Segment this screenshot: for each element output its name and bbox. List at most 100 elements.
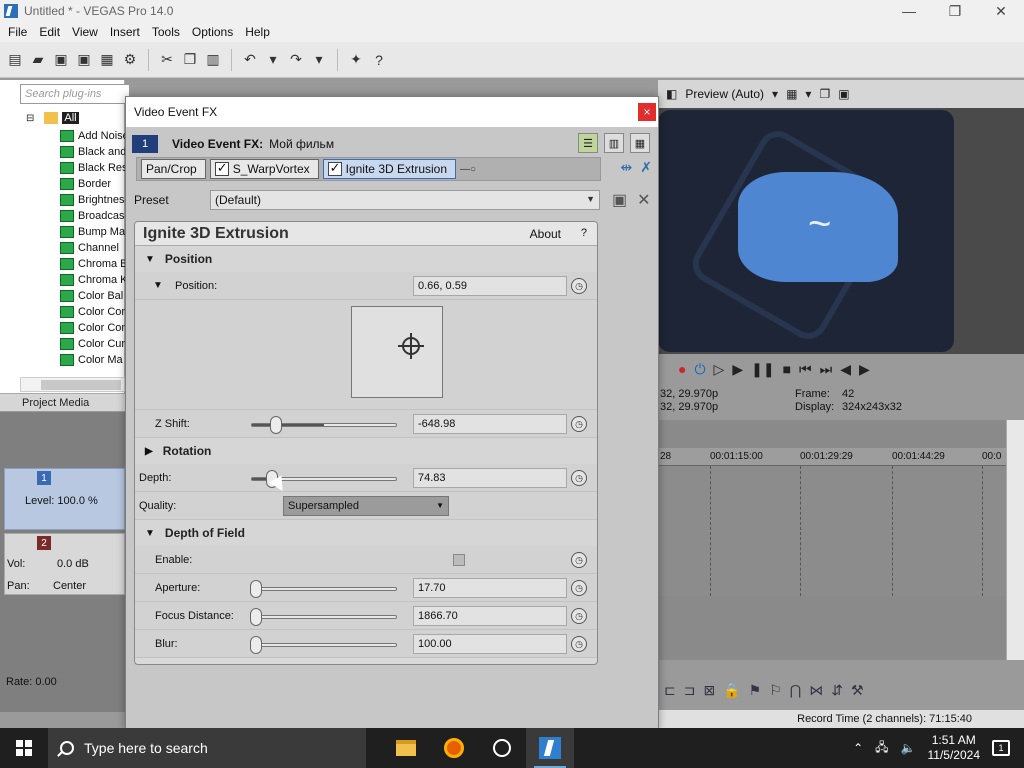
list-item[interactable]: Add Noise [60,128,129,144]
record-icon[interactable]: ● [678,361,686,377]
preset-dropdown[interactable]: (Default) [210,190,600,210]
position-value-field[interactable]: 0.66, 0.59 [413,276,567,296]
start-button[interactable] [0,728,48,768]
enable-checkbox[interactable] [453,554,465,566]
copy-snapshot-icon[interactable]: ❐ [819,87,830,101]
stop-icon[interactable]: ■ [783,361,791,377]
z-shift-slider[interactable] [251,416,397,434]
aperture-slider[interactable] [250,580,397,598]
help-link[interactable]: ? [581,227,587,239]
region-icon[interactable]: ⚐ [769,682,782,699]
play-icon[interactable]: ▶ [732,361,743,378]
about-link[interactable]: About [530,227,561,241]
chain-item-pan-crop[interactable]: Pan/Crop [141,159,206,179]
save-icon[interactable]: ▣ [52,51,70,69]
split-view-icon[interactable]: ▥ [604,133,624,153]
list-item[interactable]: Chroma K [60,272,129,288]
preview-mode-icon[interactable]: ◧ [666,87,677,101]
split-icon[interactable]: ⊠ [703,682,715,699]
properties-gear-icon[interactable]: ⚙ [121,51,139,69]
dropdown-arrow-icon[interactable]: ▾ [805,87,811,101]
animate-keyframe-icon[interactable]: ◷ [571,608,587,624]
open-folder-icon[interactable]: ▰ [29,51,47,69]
animate-keyframe-icon[interactable]: ◷ [571,470,587,486]
lock-icon[interactable]: 🔒 [723,682,740,699]
list-item[interactable]: Brightnes [60,192,129,208]
slider-knob[interactable] [250,580,262,598]
expanded-triangle-icon[interactable]: ▼ [153,280,163,291]
play-from-start-icon[interactable]: ▷ [714,361,725,378]
save-preset-icon[interactable]: ▣ [612,190,627,210]
go-to-start-icon[interactable]: ⏮ [799,361,812,378]
list-item[interactable]: Border [60,176,129,192]
plugin-search-input[interactable]: Search plug-ins [20,84,130,104]
chain-item-ignite-3d-extrusion[interactable]: Ignite 3D Extrusion [322,159,457,179]
maximize-button[interactable]: ❐ [932,0,978,22]
snapping-icon[interactable]: ⋂ [790,682,801,699]
section-depth-of-field[interactable]: ▼ Depth of Field [135,520,597,546]
overlays-grid-icon[interactable]: ▦ [786,87,797,101]
clock[interactable]: 1:51 AM 11/5/2024 [928,733,981,763]
menu-view[interactable]: View [66,25,104,39]
menu-insert[interactable]: Insert [104,25,146,39]
grid-view-icon[interactable]: ▦ [630,133,650,153]
scrollbar-thumb[interactable] [41,380,121,390]
section-rotation[interactable]: ▶ Rotation [135,438,597,464]
marker-icon[interactable]: ⚑ [749,682,762,699]
save-as-icon[interactable]: ▣ [75,51,93,69]
plugin-chain-icon[interactable]: ⇹ [621,159,633,176]
timeline-lanes[interactable] [658,466,1008,596]
volume-icon[interactable]: 🔈 [901,741,916,755]
list-item[interactable]: Broadcas [60,208,129,224]
animate-keyframe-icon[interactable]: ◷ [571,552,587,568]
slider-knob[interactable] [250,608,262,626]
chain-item-warp-vortex[interactable]: S_WarpVortex [209,159,319,179]
paste-icon[interactable]: ▥ [204,51,222,69]
collapse-icon[interactable]: ⊟ [26,113,34,124]
new-file-icon[interactable]: ▤ [6,51,24,69]
auto-crossfade-icon[interactable]: ⋈ [809,682,823,699]
animate-keyframe-icon[interactable]: ◷ [571,416,587,432]
plugin-list-scrollbar[interactable] [20,377,125,392]
preview-quality-dropdown[interactable]: Preview (Auto) [685,87,764,101]
z-shift-value-field[interactable]: -648.98 [413,414,567,434]
render-icon[interactable]: ▦ [98,51,116,69]
quality-dropdown[interactable]: Supersampled [283,496,449,516]
video-track-header[interactable]: 1 Level: 100.0 % [4,468,125,530]
save-snapshot-icon[interactable]: ▣ [838,87,849,101]
animate-keyframe-icon[interactable]: ◷ [571,278,587,294]
aperture-value-field[interactable]: 17.70 [413,578,567,598]
audio-track-header[interactable]: 2 Vol: 0.0 dB Pan: Center [4,533,125,595]
file-explorer-button[interactable] [382,728,430,768]
menu-options[interactable]: Options [186,25,239,39]
dropdown-arrow-icon[interactable]: ▾ [772,87,778,101]
menu-edit[interactable]: Edit [33,25,66,39]
list-item[interactable]: Color Cor [60,320,129,336]
pause-icon[interactable]: ❚❚ [751,361,774,378]
position-xy-pad[interactable] [351,306,443,398]
go-to-end-icon[interactable]: ⏭ [820,361,833,378]
delete-preset-icon[interactable]: ✕ [637,190,650,210]
trim-end-icon[interactable]: ⊐ [684,682,696,699]
next-frame-icon[interactable]: ▶ [859,361,870,378]
redo-icon[interactable]: ↷ [287,51,305,69]
minimize-button[interactable]: — [886,0,932,22]
undo-icon[interactable]: ↶ [241,51,259,69]
network-icon[interactable]: 🖧 [875,738,888,759]
blur-slider[interactable] [250,636,397,654]
list-item[interactable]: Color Ma [60,352,129,368]
focus-distance-slider[interactable] [250,608,397,626]
list-item[interactable]: Bump Ma [60,224,129,240]
copy-icon[interactable]: ❐ [181,51,199,69]
remove-plugin-icon[interactable]: ✗ [640,159,652,176]
redo-dropdown-icon[interactable]: ▾ [310,51,328,69]
prev-frame-icon[interactable]: ◀ [840,361,851,378]
focus-distance-value-field[interactable]: 1866.70 [413,606,567,626]
enable-checkbox[interactable] [214,160,229,176]
vegas-taskbar-button[interactable] [526,728,574,768]
close-button[interactable]: ✕ [978,0,1024,22]
list-item[interactable]: Black Res [60,160,129,176]
undo-dropdown-icon[interactable]: ▾ [264,51,282,69]
list-view-icon[interactable]: ☰ [578,133,598,153]
section-position[interactable]: ▼ Position [135,246,597,272]
